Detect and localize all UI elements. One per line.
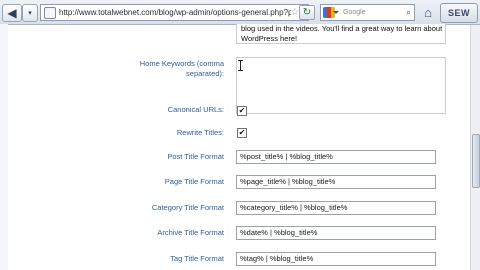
chevron-down-icon: ▾ [28, 9, 32, 17]
seo-button-label: SEW [447, 8, 470, 18]
home-keywords-label-line2: separated): [186, 69, 224, 78]
canonical-urls-checkbox[interactable]: ✔ [237, 106, 247, 116]
history-dropdown-button[interactable]: ▾ [22, 4, 38, 22]
home-button[interactable]: ⌂ [419, 4, 437, 20]
site-favicon-icon [44, 6, 56, 19]
page-title-format-input[interactable]: %page_title% | %blog_title% [236, 175, 436, 189]
settings-form: blog used in the videos. You'll find a g… [0, 24, 470, 270]
home-icon: ⌂ [424, 4, 432, 20]
search-icon[interactable]: ⌕ [406, 7, 414, 18]
category-title-format-input[interactable]: %category_title% | %blog_title% [236, 201, 436, 215]
rewrite-titles-label: Rewrite Titles: [176, 128, 224, 137]
text-cursor-icon [238, 60, 243, 71]
tag-title-format-input[interactable]: %tag% | %blog_title% [236, 252, 436, 266]
post-title-format-input[interactable]: %post_title% | %blog_title% [236, 150, 436, 164]
search-box[interactable]: Google ⌕ [320, 4, 415, 21]
page-title-format-label: Page Title Format [164, 177, 224, 186]
home-description-textarea[interactable]: blog used in the videos. You'll find a g… [236, 24, 446, 44]
canonical-urls-label: Canonical URLs: [167, 105, 224, 114]
search-engine-icon[interactable] [323, 7, 339, 18]
home-keywords-label: Home Keywords (comma [139, 59, 224, 68]
tag-title-format-label: Tag Title Format [170, 254, 224, 263]
category-title-format-label: Category Title Format [151, 203, 224, 212]
archive-title-format-label: Archive Title Format [157, 228, 224, 237]
back-button[interactable]: ◀ [2, 4, 22, 22]
archive-title-format-input[interactable]: %date% | %blog_title% [236, 226, 436, 240]
seo-extension-button[interactable]: SEW [440, 3, 478, 23]
description-line: blog used in the videos. You'll find a g… [241, 24, 443, 33]
search-placeholder: Google [343, 9, 366, 16]
reload-icon: ↻ [302, 7, 312, 18]
page-scrollbar[interactable] [470, 25, 480, 270]
address-bar[interactable]: http://www.totalwebnet.com/blog/wp-admin… [40, 4, 309, 21]
reload-button[interactable]: ↻ [299, 5, 315, 20]
home-keywords-textarea[interactable] [236, 57, 446, 114]
url-text[interactable]: http://www.totalwebnet.com/blog/wp-admin… [59, 8, 291, 17]
description-line: WordPress here! [241, 34, 298, 43]
post-title-format-label: Post Title Format [167, 152, 224, 161]
rewrite-titles-checkbox[interactable]: ✔ [237, 128, 247, 138]
scrollbar-thumb[interactable] [472, 134, 480, 188]
back-arrow-icon: ◀ [7, 6, 17, 20]
browser-toolbar: ◀ ▾ http://www.totalwebnet.com/blog/wp-a… [0, 0, 480, 25]
